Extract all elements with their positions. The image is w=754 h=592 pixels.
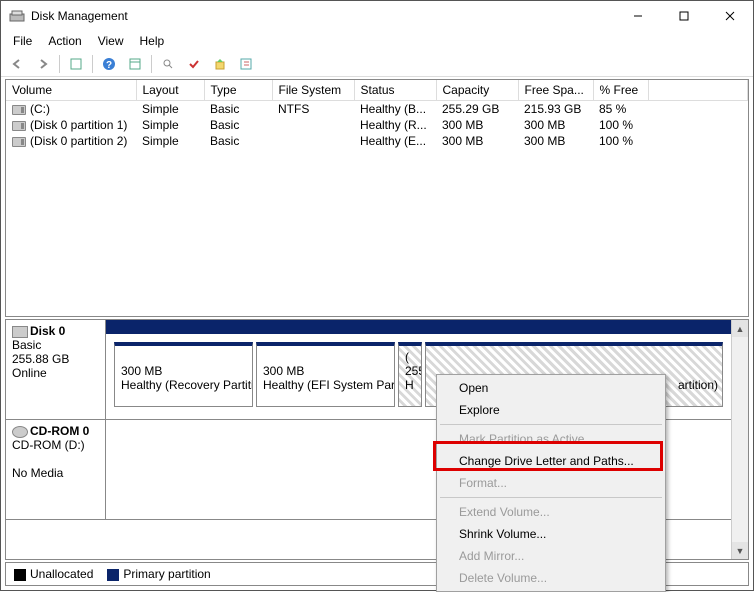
- forward-button[interactable]: [31, 53, 55, 75]
- drive-icon: [12, 105, 26, 115]
- menu-open[interactable]: Open: [439, 377, 663, 399]
- toolbar-check-icon[interactable]: [182, 53, 206, 75]
- disk-0-header[interactable]: Disk 0 Basic 255.88 GB Online: [6, 320, 106, 419]
- col-layout[interactable]: Layout: [136, 80, 204, 101]
- menubar: File Action View Help: [1, 31, 753, 51]
- window-title: Disk Management: [31, 9, 615, 23]
- col-pct[interactable]: % Free: [593, 80, 648, 101]
- volume-row[interactable]: (Disk 0 partition 1) SimpleBasic Healthy…: [6, 117, 748, 133]
- col-volume[interactable]: Volume: [6, 80, 136, 101]
- col-capacity[interactable]: Capacity: [436, 80, 518, 101]
- menu-explore[interactable]: Explore: [439, 399, 663, 421]
- menu-view[interactable]: View: [90, 32, 132, 50]
- cdrom-header[interactable]: CD-ROM 0 CD-ROM (D:) No Media: [6, 420, 106, 519]
- menu-add-mirror: Add Mirror...: [439, 545, 663, 567]
- minimize-button[interactable]: [615, 1, 661, 31]
- app-icon: [9, 8, 25, 24]
- col-type[interactable]: Type: [204, 80, 272, 101]
- volume-header-row: Volume Layout Type File System Status Ca…: [6, 80, 748, 101]
- menu-shrink-volume[interactable]: Shrink Volume...: [439, 523, 663, 545]
- partition-c-selected[interactable]: ( 255 H: [398, 342, 422, 407]
- disk-0-bar: [106, 320, 731, 334]
- context-menu: Open Explore Mark Partition as Active Ch…: [436, 374, 666, 592]
- col-free[interactable]: Free Spa...: [518, 80, 593, 101]
- legend-unallocated-label: Unallocated: [30, 567, 93, 581]
- scroll-down-icon[interactable]: ▼: [732, 542, 749, 559]
- volume-row[interactable]: (C:) SimpleBasic NTFSHealthy (B... 255.2…: [6, 101, 748, 118]
- maximize-button[interactable]: [661, 1, 707, 31]
- partition-efi[interactable]: 300 MB Healthy (EFI System Partition): [256, 342, 395, 407]
- menu-help[interactable]: Help: [132, 32, 173, 50]
- menu-extend-volume: Extend Volume...: [439, 501, 663, 523]
- disk-management-window: Disk Management File Action View Help ?: [0, 0, 754, 591]
- menu-change-drive-letter[interactable]: Change Drive Letter and Paths...: [439, 450, 663, 472]
- legend-primary-label: Primary partition: [123, 567, 210, 581]
- help-icon[interactable]: ?: [97, 53, 121, 75]
- toolbar-up-icon[interactable]: [208, 53, 232, 75]
- toolbar-list-icon[interactable]: [123, 53, 147, 75]
- svg-text:?: ?: [106, 60, 112, 71]
- menu-delete-volume: Delete Volume...: [439, 567, 663, 589]
- partition-recovery[interactable]: 300 MB Healthy (Recovery Partition): [114, 342, 253, 407]
- drive-icon: [12, 121, 26, 131]
- vertical-scrollbar[interactable]: ▲ ▼: [731, 320, 748, 559]
- toolbar-view-icon[interactable]: [64, 53, 88, 75]
- menu-mark-active: Mark Partition as Active: [439, 428, 663, 450]
- legend-unallocated-swatch: [14, 569, 26, 581]
- menu-action[interactable]: Action: [40, 32, 89, 50]
- close-button[interactable]: [707, 1, 753, 31]
- volume-list[interactable]: Volume Layout Type File System Status Ca…: [5, 79, 749, 317]
- drive-icon: [12, 137, 26, 147]
- legend-primary-swatch: [107, 569, 119, 581]
- cdrom-icon: [12, 426, 28, 438]
- menu-format: Format...: [439, 472, 663, 494]
- toolbar: ?: [1, 51, 753, 77]
- menu-file[interactable]: File: [5, 32, 40, 50]
- titlebar: Disk Management: [1, 1, 753, 31]
- col-status[interactable]: Status: [354, 80, 436, 101]
- volume-row[interactable]: (Disk 0 partition 2) SimpleBasic Healthy…: [6, 133, 748, 149]
- col-fs[interactable]: File System: [272, 80, 354, 101]
- toolbar-search-icon[interactable]: [156, 53, 180, 75]
- toolbar-props-icon[interactable]: [234, 53, 258, 75]
- back-button[interactable]: [5, 53, 29, 75]
- disk-icon: [12, 326, 28, 338]
- scroll-up-icon[interactable]: ▲: [732, 320, 749, 337]
